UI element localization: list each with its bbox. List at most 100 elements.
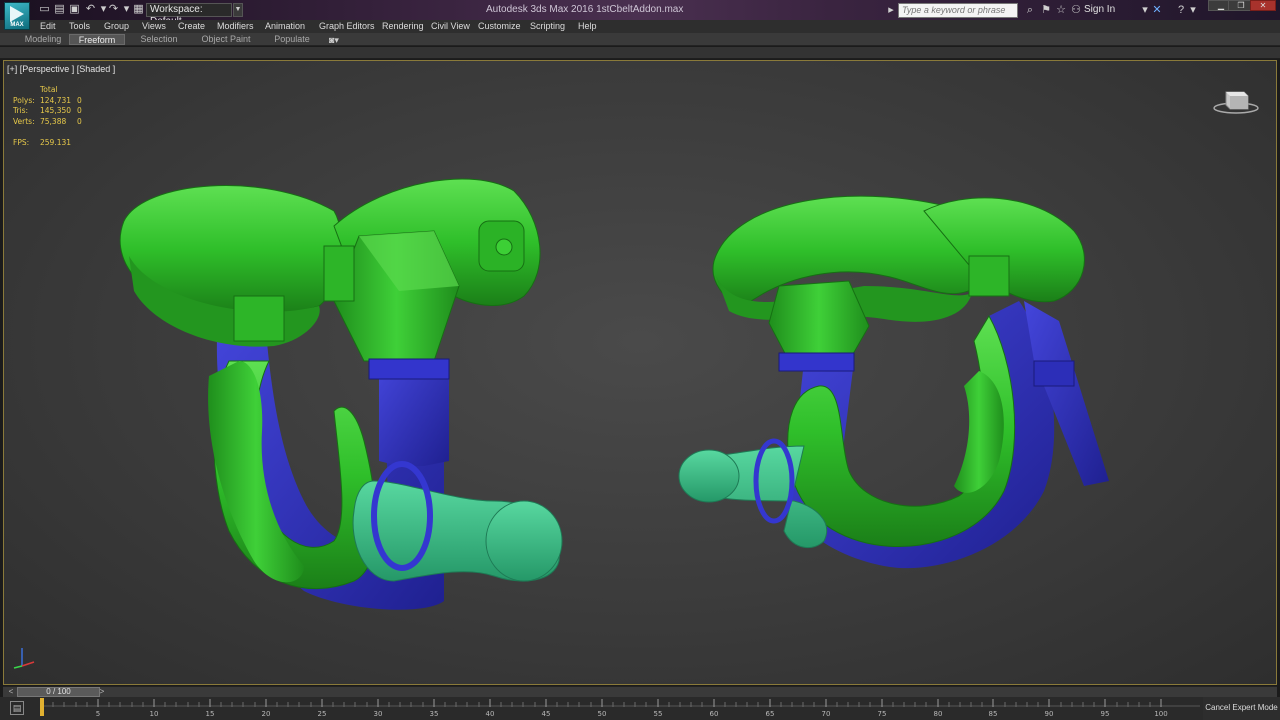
redo-icon[interactable]: ↷ [107, 3, 120, 16]
track-frame-label: 65 [766, 710, 775, 718]
scene-statistics: Total Polys: 124,731 0 Tris: 145,350 0 V… [13, 85, 103, 148]
search-expand-icon[interactable]: ▸ [884, 3, 898, 17]
track-frame-label: 30 [374, 710, 383, 718]
tab-selection[interactable]: Selection [134, 34, 184, 45]
right-side-buckle [1033, 360, 1075, 387]
right-joint [968, 255, 1010, 297]
track-bar[interactable]: 5 10 15 20 25 30 35 40 45 50 55 60 65 70 75 80 85 90 95 100 [40, 697, 1200, 720]
stats-polys-value: 124,731 [40, 95, 72, 105]
track-frame-label: 50 [598, 710, 607, 718]
track-frame-label: 40 [486, 710, 495, 718]
track-bar-toggle-icon[interactable]: ▤ [10, 701, 24, 715]
track-frame-label: 75 [878, 710, 887, 718]
exchange-apps-icon[interactable]: ✕ [1150, 3, 1164, 17]
right-teal-tip [678, 449, 740, 503]
time-prev-icon[interactable]: < [6, 687, 16, 697]
menu-modifiers[interactable]: Modifiers [217, 21, 254, 31]
save-icon[interactable]: ▣ [68, 3, 81, 16]
right-belt-model[interactable] [678, 195, 1109, 569]
window-title: Autodesk 3ds Max 2016 1stCbeltAddon.max [486, 4, 684, 15]
stats-verts-value: 75,388 [40, 116, 67, 126]
track-frame-label: 85 [989, 710, 998, 718]
stats-header: Total [40, 85, 58, 94]
viewport-label-menu[interactable]: [+] [Perspective ] [Shaded ] [7, 64, 115, 74]
track-frame-label: 60 [710, 710, 719, 718]
left-belt-model[interactable] [119, 178, 563, 610]
menu-help[interactable]: Help [578, 21, 597, 31]
menu-edit[interactable]: Edit [40, 21, 56, 31]
workspace-select[interactable]: Workspace: Default [146, 3, 232, 27]
subscription-icon[interactable]: ⚑ [1039, 3, 1053, 17]
ribbon-panel [0, 47, 1280, 59]
menu-graph-editors[interactable]: Graph Editors [319, 21, 375, 31]
search-input[interactable]: Type a keyword or phrase [898, 3, 1018, 18]
left-joint-1 [323, 245, 355, 302]
menu-animation[interactable]: Animation [265, 21, 305, 31]
scene-render [119, 178, 1109, 610]
new-file-icon[interactable]: ▭ [38, 3, 51, 16]
right-hex-block [768, 280, 870, 362]
menu-tools[interactable]: Tools [69, 21, 90, 31]
right-buckle [778, 352, 855, 372]
track-frame-label: 5 [96, 710, 100, 718]
track-frame-label: 70 [822, 710, 831, 718]
cancel-expert-mode-button[interactable]: Cancel Expert Mode [1203, 697, 1280, 720]
track-frame-label: 20 [262, 710, 271, 718]
left-teal-tip [485, 500, 563, 582]
help-dropdown-icon[interactable]: ▾ [1186, 3, 1200, 17]
project-folder-icon[interactable]: ▦ [132, 3, 145, 16]
current-frame-marker[interactable] [40, 698, 44, 716]
tab-modeling[interactable]: Modeling [19, 34, 67, 45]
search-icon[interactable]: ⌕ [1023, 3, 1037, 17]
track-frame-label: 45 [542, 710, 551, 718]
app-logo-icon [10, 6, 24, 22]
track-frame-label: 80 [934, 710, 943, 718]
left-buckle [368, 358, 450, 380]
time-slider[interactable]: < 0 / 100 > [3, 686, 1277, 697]
menu-scripting[interactable]: Scripting [530, 21, 565, 31]
perspective-viewport[interactable]: [+] [Perspective ] [Shaded ] Total Polys… [3, 60, 1277, 685]
track-frame-label: 10 [150, 710, 159, 718]
tab-freeform[interactable]: Freeform [69, 34, 125, 45]
viewcube-icon[interactable] [1212, 87, 1260, 115]
track-frame-label: 25 [318, 710, 327, 718]
track-frame-label: 15 [206, 710, 215, 718]
left-cup-2-knob [495, 238, 513, 256]
status-bar: ▤ 5 10 15 20 25 30 35 40 45 50 55 60 65 70 75 80 85 90 95 1… [0, 697, 1280, 720]
menu-civil-view[interactable]: Civil View [431, 21, 470, 31]
undo-icon[interactable]: ↶ [84, 3, 97, 16]
time-next-icon[interactable]: > [97, 687, 107, 697]
menu-views[interactable]: Views [142, 21, 166, 31]
user-icon[interactable]: ⚇ [1069, 3, 1083, 17]
title-bar: MAX ▭ ▤ ▣ ↶ ▾ ↷ ▾ ▦ Workspace: Default ▼… [0, 0, 1280, 30]
menu-group[interactable]: Group [104, 21, 129, 31]
fps-value: 259.131 [40, 137, 72, 147]
tab-object-paint[interactable]: Object Paint [196, 34, 256, 45]
track-frame-label: 90 [1045, 710, 1054, 718]
ribbon-toggle-icon[interactable]: ◙▾ [329, 35, 339, 46]
open-file-icon[interactable]: ▤ [53, 3, 66, 16]
stats-polys-selected: 0 [77, 95, 82, 105]
chevron-down-icon[interactable]: ▼ [233, 3, 243, 17]
close-button[interactable]: ✕ [1250, 0, 1276, 11]
app-logo-text: MAX [10, 22, 24, 28]
tab-populate[interactable]: Populate [268, 34, 316, 45]
menu-create[interactable]: Create [178, 21, 205, 31]
app-logo[interactable]: MAX [4, 2, 30, 30]
sign-in-button[interactable]: Sign In [1084, 4, 1115, 15]
favorites-star-icon[interactable]: ☆ [1054, 3, 1068, 17]
track-frame-label: 95 [1101, 710, 1110, 718]
menu-customize[interactable]: Customize [478, 21, 521, 31]
ribbon-tabs: Modeling Freeform Selection Object Paint… [0, 33, 1280, 46]
menu-rendering[interactable]: Rendering [382, 21, 424, 31]
stats-tris-value: 145,350 [40, 106, 72, 115]
stats-polys-label: Polys: [13, 95, 35, 105]
axis-tripod-icon [13, 648, 35, 669]
stats-verts-label: Verts: [13, 116, 35, 126]
fps-label: FPS: [13, 137, 30, 147]
stats-verts-selected: 0 [77, 116, 82, 126]
track-frame-label: 55 [654, 710, 663, 718]
menu-bar: Edit Tools Group Views Create Modifiers … [0, 20, 1280, 33]
stats-tris-selected: 0 [77, 106, 82, 115]
time-slider-thumb[interactable]: 0 / 100 [17, 687, 100, 697]
